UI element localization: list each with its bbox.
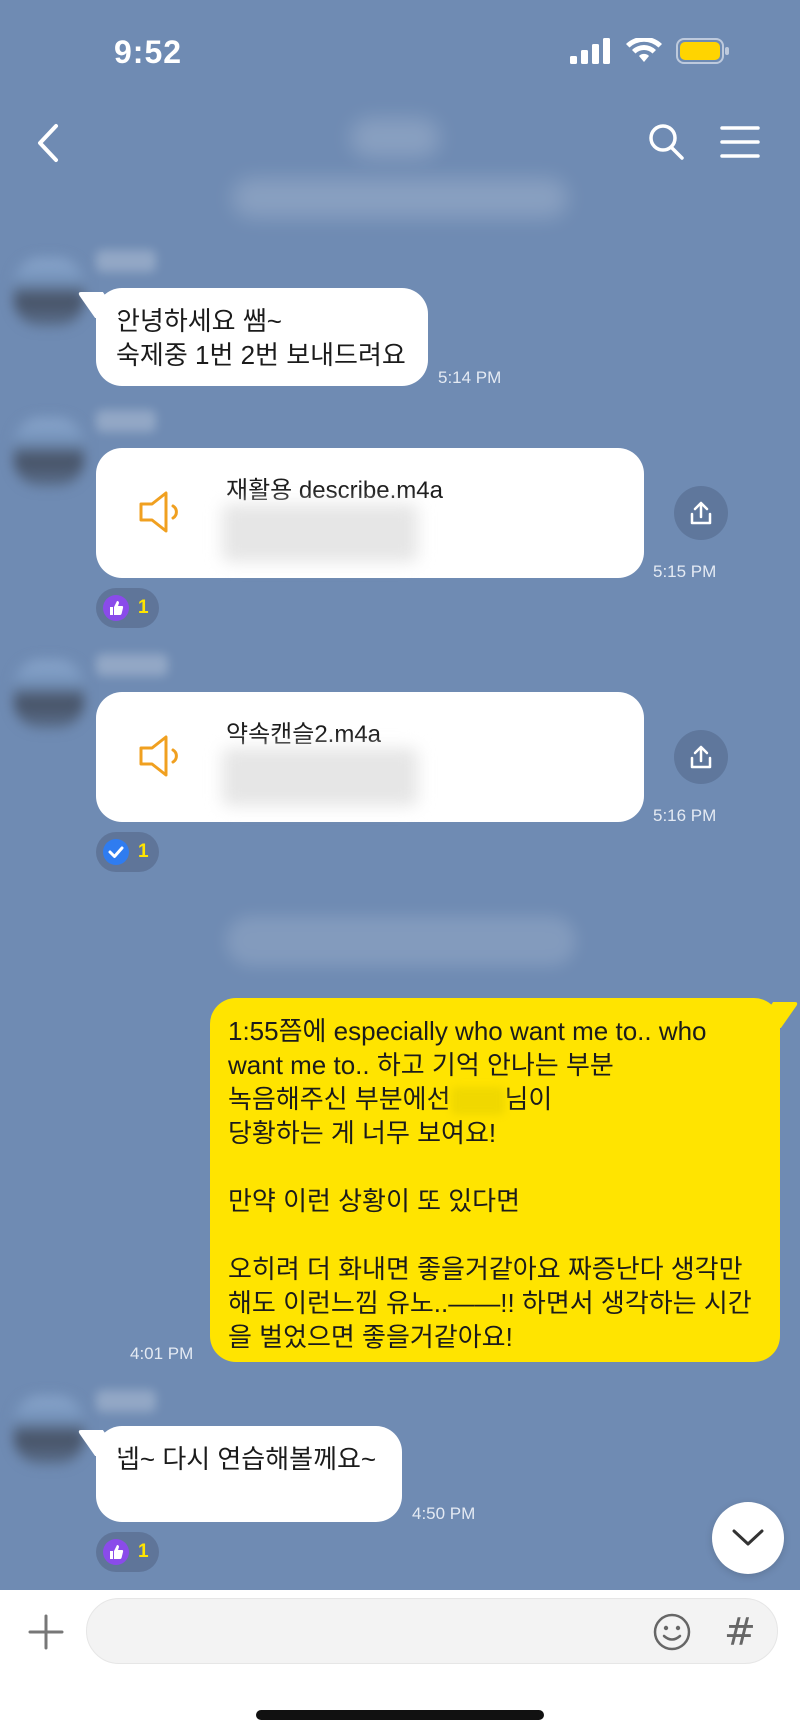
sender-name [96,1390,156,1412]
signal-icon [570,38,610,64]
home-indicator [256,1710,544,1720]
message-line: 녹음해주신 부분에선 님이 [228,1082,768,1116]
avatar[interactable] [14,418,84,486]
message-time: 5:15 PM [653,562,717,581]
message-time: 5:14 PM [438,368,502,387]
sender-name [96,654,168,676]
message-time: 4:50 PM [412,1504,476,1523]
message-time: 5:16 PM [653,806,717,825]
message-text: 넵~ 다시 연습해볼께요~ [116,1444,377,1474]
message-line: 1:55쯤에 especially who want me to.. who w… [228,1016,707,1080]
thumbs-up-icon [103,595,129,621]
chevron-down-icon [732,1529,764,1546]
back-icon[interactable] [30,118,70,168]
reaction-count: 1 [138,841,149,862]
message-line-suffix: 님이 [504,1084,553,1114]
chat-subtitle [232,178,568,218]
avatar[interactable] [14,258,84,326]
file-name: 약속캔슬2.m4a [226,721,382,748]
check-icon [103,839,129,865]
file-name: 재활용 describe.m4a [226,477,443,504]
status-time: 9:52 [114,34,183,70]
message-bubble[interactable]: 넵~ 다시 연습해볼께요~ [96,1426,402,1522]
file-details [222,504,418,562]
message-time: 4:01 PM [130,1344,194,1363]
share-button[interactable] [674,486,728,540]
wifi-icon [626,38,662,62]
message-line: 당황하는 게 너무 보여요! [228,1118,497,1148]
redacted-name [450,1087,505,1116]
reaction-badge[interactable]: 1 [96,588,159,628]
emoji-icon[interactable] [652,1612,692,1652]
message-line: 오히려 더 화내면 좋을거같아요 짜증난다 생각만 해도 이런느낌 유노..——… [228,1254,752,1352]
reaction-badge[interactable]: 1 [96,1532,159,1572]
file-message-bubble[interactable]: 재활용 describe.m4a [96,448,644,578]
scroll-to-bottom-button[interactable] [712,1502,784,1574]
menu-icon[interactable] [718,124,762,160]
sender-name [96,250,156,272]
reaction-badge[interactable]: 1 [96,832,159,872]
battery-icon [676,38,729,64]
my-message-bubble[interactable]: 1:55쯤에 especially who want me to.. who w… [210,998,780,1362]
audio-file-icon [139,491,178,533]
share-icon [690,501,712,525]
status-icons [570,38,730,64]
message-bubble[interactable]: 안녕하세요 쌤~ 숙제중 1번 2번 보내드려요 [96,288,428,386]
reaction-count: 1 [138,597,149,618]
thumbs-up-icon [103,1539,129,1565]
message-text: 1:55쯤에 especially who want me to.. who w… [228,1014,768,1354]
plus-icon[interactable] [26,1612,66,1652]
sender-name [96,410,156,432]
share-icon [690,745,712,769]
file-details [222,748,418,806]
message-text: 안녕하세요 쌤~ 숙제중 1번 2번 보내드려요 [116,306,406,370]
share-button[interactable] [674,730,728,784]
file-message-bubble[interactable]: 약속캔슬2.m4a [96,692,644,822]
search-icon[interactable] [646,120,686,164]
hashtag-icon[interactable]: # [724,1610,756,1654]
message-line-prefix: 녹음해주신 부분에선 [228,1084,451,1114]
message-line: 만약 이런 상황이 또 있다면 [228,1186,521,1216]
chat-title [350,118,440,158]
avatar[interactable] [14,1396,84,1464]
reaction-count: 1 [138,1541,149,1562]
avatar[interactable] [14,660,84,728]
audio-file-icon [139,735,178,777]
date-divider [226,916,576,966]
